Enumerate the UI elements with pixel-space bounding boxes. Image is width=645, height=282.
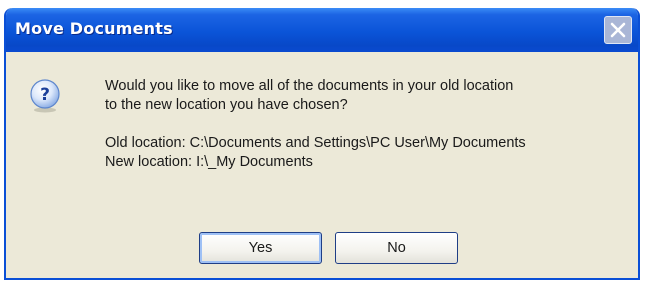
yes-button[interactable]: Yes [199,232,322,264]
dialog-title: Move Documents [15,19,173,38]
close-icon [610,22,626,38]
title-bar[interactable]: Move Documents [6,8,638,52]
message-text: Would you like to move all of the docume… [105,77,625,172]
svg-text:?: ? [40,85,50,105]
question-line-2: to the new location you have chosen? [105,97,348,113]
close-button[interactable] [604,16,632,44]
question-line-1: Would you like to move all of the docume… [105,78,514,94]
question-icon: ? [30,79,60,113]
dialog-body: ? Would you like to move all of the docu… [6,52,638,278]
new-location-text: New location: I:\_My Documents [105,154,313,170]
old-location-text: Old location: C:\Documents and Settings\… [105,135,526,151]
no-button[interactable]: No [335,232,458,264]
move-documents-dialog: Move Documents ? Would you like to move … [4,8,640,280]
